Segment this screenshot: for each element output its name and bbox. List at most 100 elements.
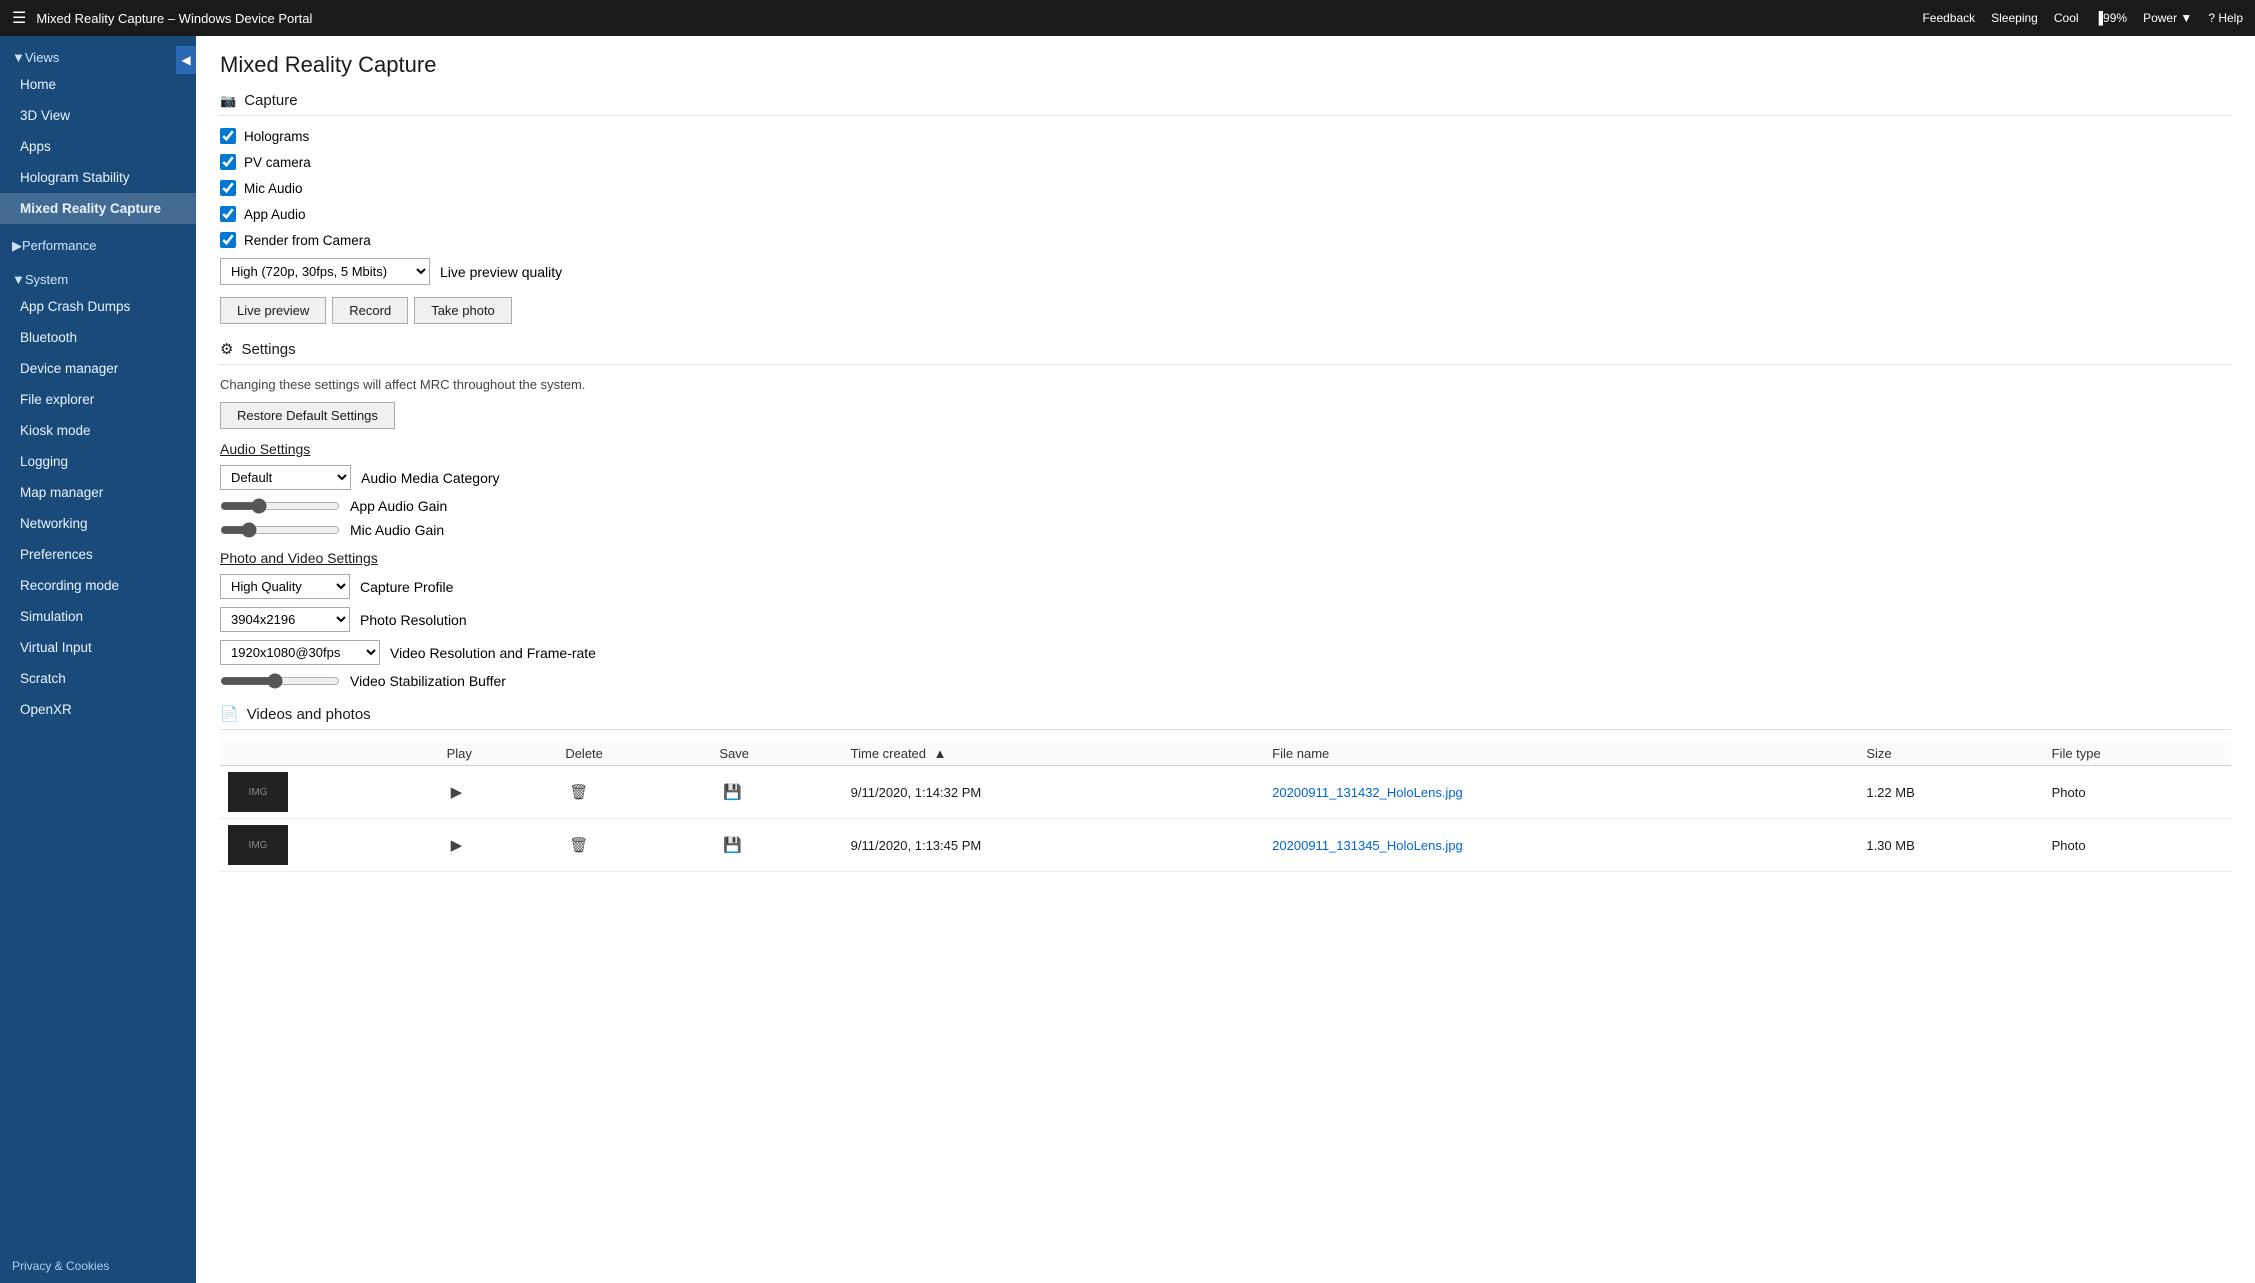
feedback-link[interactable]: Feedback <box>1922 11 1975 25</box>
settings-section-header: ⚙ Settings <box>220 340 2231 365</box>
capture-buttons: Live preview Record Take photo <box>220 297 2231 324</box>
table-row: IMG ▶ 🗑 💾 9/11/2020, 1:14:32 PM 20200911… <box>220 766 2231 819</box>
sidebar-item-mixed-reality-capture[interactable]: Mixed Reality Capture <box>0 193 196 224</box>
sidebar-item-3dview[interactable]: 3D View <box>0 100 196 131</box>
sidebar-item-file-explorer[interactable]: File explorer <box>0 384 196 415</box>
photo-resolution-select[interactable]: 3904x2196 1920x1080 1280x720 <box>220 607 350 632</box>
render-from-camera-label: Render from Camera <box>244 233 371 248</box>
sidebar-item-recording-mode[interactable]: Recording mode <box>0 570 196 601</box>
sidebar-item-logging[interactable]: Logging <box>0 446 196 477</box>
video-stabilization-row: Video Stabilization Buffer <box>220 673 2231 689</box>
app-audio-gain-slider[interactable] <box>220 498 340 514</box>
file-link-1[interactable]: 20200911_131432_HoloLens.jpg <box>1272 785 1463 800</box>
pv-camera-row: PV camera <box>220 154 2231 170</box>
time-created-cell-2: 9/11/2020, 1:13:45 PM <box>843 819 1265 872</box>
sidebar-item-openxr[interactable]: OpenXR <box>0 694 196 725</box>
sidebar: ◀ ▼Views Home 3D View Apps Hologram Stab… <box>0 36 196 1283</box>
app-audio-gain-label: App Audio Gain <box>350 498 447 514</box>
sidebar-item-networking[interactable]: Networking <box>0 508 196 539</box>
sidebar-views-header[interactable]: ▼Views <box>0 42 196 69</box>
file-type-cell-1: Photo <box>2044 766 2231 819</box>
holograms-checkbox[interactable] <box>220 128 236 144</box>
sidebar-item-simulation[interactable]: Simulation <box>0 601 196 632</box>
sidebar-item-virtual-input[interactable]: Virtual Input <box>0 632 196 663</box>
photo-resolution-label: Photo Resolution <box>360 612 467 628</box>
save-button-1[interactable]: 💾 <box>719 782 746 803</box>
restore-defaults-button[interactable]: Restore Default Settings <box>220 402 395 429</box>
help-link[interactable]: ? Help <box>2208 11 2243 25</box>
capture-profile-label: Capture Profile <box>360 579 453 595</box>
sidebar-item-home[interactable]: Home <box>0 69 196 100</box>
sidebar-performance-header[interactable]: ▶Performance <box>0 230 196 258</box>
mic-audio-checkbox[interactable] <box>220 180 236 196</box>
sidebar-collapse-button[interactable]: ◀ <box>176 46 196 74</box>
mic-audio-gain-row: Mic Audio Gain <box>220 522 2231 538</box>
col-time-created[interactable]: Time created ▲ <box>843 742 1265 766</box>
pv-camera-checkbox[interactable] <box>220 154 236 170</box>
video-stabilization-slider[interactable] <box>220 673 340 689</box>
record-button[interactable]: Record <box>332 297 408 324</box>
audio-media-category-select[interactable]: Default Communications Media GameChat Sp… <box>220 465 351 490</box>
sleeping-status: Sleeping <box>1991 11 2038 25</box>
table-row: IMG ▶ 🗑 💾 9/11/2020, 1:13:45 PM 20200911… <box>220 819 2231 872</box>
file-thumbnail-1: IMG <box>228 772 288 812</box>
temperature-status: Cool <box>2054 11 2079 25</box>
sidebar-item-preferences[interactable]: Preferences <box>0 539 196 570</box>
titlebar-right: Feedback Sleeping Cool ▐99% Power ▼ ? He… <box>1922 11 2243 25</box>
play-button-1[interactable]: ▶ <box>447 782 467 803</box>
time-created-cell-1: 9/11/2020, 1:14:32 PM <box>843 766 1265 819</box>
file-thumb-cell-2: IMG <box>220 819 439 872</box>
delete-button-2[interactable]: 🗑 <box>565 835 592 856</box>
sidebar-item-apps[interactable]: Apps <box>0 131 196 162</box>
delete-cell-1: 🗑 <box>557 766 711 819</box>
power-button[interactable]: Power ▼ <box>2143 11 2192 25</box>
delete-button-1[interactable]: 🗑 <box>565 782 592 803</box>
live-preview-button[interactable]: Live preview <box>220 297 326 324</box>
app-audio-checkbox[interactable] <box>220 206 236 222</box>
sort-icon: ▲ <box>934 746 947 761</box>
size-cell-1: 1.22 MB <box>1858 766 2043 819</box>
sidebar-item-bluetooth[interactable]: Bluetooth <box>0 322 196 353</box>
video-resolution-row: 1920x1080@30fps 1920x1080@60fps 1280x720… <box>220 640 2231 665</box>
main-layout: ◀ ▼Views Home 3D View Apps Hologram Stab… <box>0 36 2255 1283</box>
photo-video-settings-label: Photo and Video Settings <box>220 550 2231 566</box>
sidebar-item-map-manager[interactable]: Map manager <box>0 477 196 508</box>
save-button-2[interactable]: 💾 <box>719 835 746 856</box>
quality-select[interactable]: High (720p, 30fps, 5 Mbits) Medium (720p… <box>220 258 430 285</box>
settings-gear-icon: ⚙ <box>220 340 233 358</box>
files-table-header: Play Delete Save Time created ▲ File nam… <box>220 742 2231 766</box>
sidebar-system-header[interactable]: ▼System <box>0 264 196 291</box>
video-resolution-select[interactable]: 1920x1080@30fps 1920x1080@60fps 1280x720… <box>220 640 380 665</box>
videos-photos-label: Videos and photos <box>247 706 371 723</box>
file-thumbnail-2: IMG <box>228 825 288 865</box>
hamburger-icon[interactable]: ☰ <box>12 8 26 28</box>
capture-icon: 📷 <box>220 93 236 109</box>
sidebar-item-scratch[interactable]: Scratch <box>0 663 196 694</box>
render-from-camera-row: Render from Camera <box>220 232 2231 248</box>
play-button-2[interactable]: ▶ <box>447 835 467 856</box>
sidebar-item-device-manager[interactable]: Device manager <box>0 353 196 384</box>
render-from-camera-checkbox[interactable] <box>220 232 236 248</box>
capture-profile-row: High Quality Balanced Power Saving Captu… <box>220 574 2231 599</box>
file-type-cell-2: Photo <box>2044 819 2231 872</box>
col-delete: Delete <box>557 742 711 766</box>
mic-audio-label: Mic Audio <box>244 181 303 196</box>
app-audio-label: App Audio <box>244 207 306 222</box>
privacy-cookies-link[interactable]: Privacy & Cookies <box>0 1249 196 1283</box>
col-file-name: File name <box>1264 742 1858 766</box>
file-link-2[interactable]: 20200911_131345_HoloLens.jpg <box>1272 838 1463 853</box>
battery-status: ▐99% <box>2095 11 2128 25</box>
quality-label: Live preview quality <box>440 264 562 280</box>
file-icon: 📄 <box>220 705 239 723</box>
mic-audio-gain-slider[interactable] <box>220 522 340 538</box>
sidebar-item-app-crash-dumps[interactable]: App Crash Dumps <box>0 291 196 322</box>
photo-resolution-row: 3904x2196 1920x1080 1280x720 Photo Resol… <box>220 607 2231 632</box>
capture-profile-select[interactable]: High Quality Balanced Power Saving <box>220 574 350 599</box>
col-file-type: File type <box>2044 742 2231 766</box>
sidebar-item-kiosk-mode[interactable]: Kiosk mode <box>0 415 196 446</box>
capture-section-label: Capture <box>244 92 297 109</box>
audio-media-category-label: Audio Media Category <box>361 470 500 486</box>
col-save: Save <box>711 742 842 766</box>
take-photo-button[interactable]: Take photo <box>414 297 512 324</box>
sidebar-item-hologram-stability[interactable]: Hologram Stability <box>0 162 196 193</box>
